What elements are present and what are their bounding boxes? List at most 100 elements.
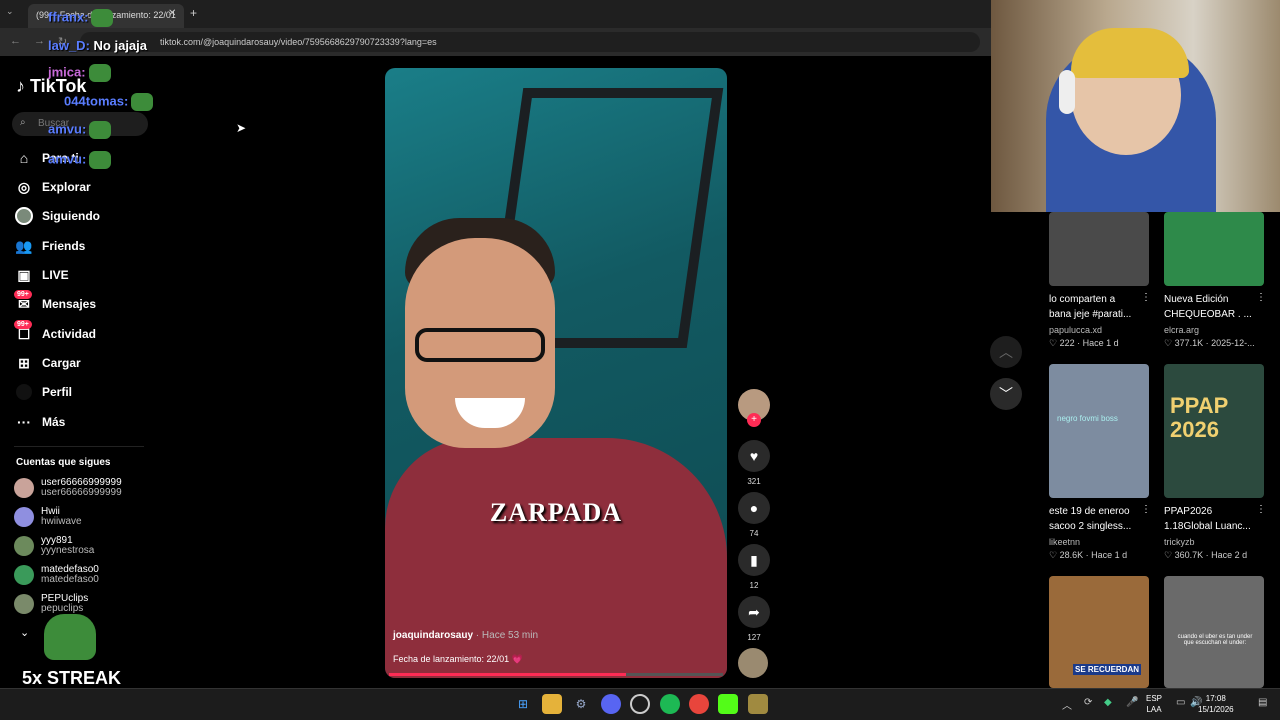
card-title-2: CHEQUEOBAR . ... bbox=[1164, 309, 1252, 320]
notification-icon[interactable]: ▤ bbox=[1258, 697, 1267, 708]
following-account[interactable]: Hwii hwiiwave bbox=[14, 505, 154, 529]
following-avatar-icon bbox=[14, 206, 34, 226]
author-avatar-button[interactable]: + bbox=[738, 389, 770, 427]
nav-explorar[interactable]: ◎ Explorar bbox=[14, 175, 154, 199]
video-thumbnail: PPAP 2026 bbox=[1164, 364, 1264, 498]
share-button[interactable]: ➦ 127 bbox=[738, 596, 770, 642]
video-author[interactable]: joaquindarosauy · Hace 53 min bbox=[393, 630, 538, 641]
system-clock[interactable]: 17:08 15/1/2026 bbox=[1198, 693, 1234, 715]
nav-siguiendo[interactable]: Siguiendo bbox=[14, 204, 154, 228]
nav-mas[interactable]: ··· Más bbox=[14, 410, 154, 434]
following-account[interactable]: user66666999999 user66666999999 bbox=[14, 476, 154, 500]
tray-sync-icon[interactable]: ⟳ bbox=[1084, 697, 1092, 708]
card-author: papulucca.xd bbox=[1049, 325, 1103, 335]
bookmark-icon: ▮ bbox=[738, 544, 770, 576]
nav-live[interactable]: ▣ LIVE bbox=[14, 263, 154, 287]
video-card[interactable]: lo comparten a bana jeje #parati... papu… bbox=[1049, 212, 1151, 349]
save-button[interactable]: ▮ 12 bbox=[738, 544, 770, 590]
video-progress-fill bbox=[389, 673, 627, 676]
video-thumbnail bbox=[1049, 212, 1149, 286]
following-account[interactable]: matedefaso0 matedefaso0 bbox=[14, 563, 154, 587]
video-thumbnail: cuando el uber es tan under que escuchan… bbox=[1164, 576, 1264, 688]
avatar bbox=[14, 478, 34, 498]
card-more-icon[interactable]: ⋮ bbox=[1256, 504, 1266, 515]
following-account[interactable]: PEPUclips pepuclips bbox=[14, 592, 154, 616]
thumbnail-text: cuando el uber es tan under que escuchan… bbox=[1177, 634, 1253, 646]
pepe-emote-icon bbox=[91, 9, 114, 27]
tab-list-icon[interactable]: ⌄ bbox=[6, 6, 14, 17]
card-more-icon[interactable]: ⋮ bbox=[1256, 292, 1266, 303]
video-card[interactable]: SE RECUERDAN bbox=[1049, 576, 1151, 688]
previous-video-button[interactable]: ︿ bbox=[990, 336, 1022, 368]
account-handle: hwiiwave bbox=[41, 516, 82, 527]
back-icon[interactable]: ← bbox=[10, 35, 21, 47]
video-thumbnail: SE RECUERDAN bbox=[1049, 576, 1149, 688]
sound-disc-button[interactable] bbox=[738, 648, 770, 678]
video-thumbnail bbox=[1164, 212, 1264, 286]
pepe-emote-icon bbox=[88, 64, 111, 82]
nav-perfil[interactable]: Perfil bbox=[14, 380, 154, 404]
tab-close-icon[interactable]: ✕ bbox=[168, 8, 176, 19]
new-tab-icon[interactable]: + bbox=[190, 6, 197, 20]
network-icon[interactable]: ▭ bbox=[1176, 697, 1185, 708]
more-icon: ··· bbox=[17, 414, 31, 430]
friends-icon: 👥 bbox=[15, 237, 33, 254]
share-icon: ➦ bbox=[738, 596, 770, 628]
obs-icon[interactable] bbox=[630, 694, 650, 714]
avatar bbox=[14, 507, 34, 527]
chat-line: jmica: bbox=[48, 64, 111, 82]
like-count: 321 bbox=[747, 477, 761, 486]
app-icon[interactable] bbox=[748, 694, 768, 714]
spotify-icon[interactable] bbox=[660, 694, 680, 714]
discord-icon[interactable] bbox=[601, 694, 621, 714]
microphone-icon[interactable]: 🎤 bbox=[1126, 697, 1138, 708]
windows-start-icon[interactable]: ⊞ bbox=[513, 694, 533, 714]
video-card[interactable]: PPAP 2026 PPAP2026 1.18Global Luanc... t… bbox=[1164, 364, 1266, 561]
tray-chevron-icon[interactable]: ︿ bbox=[1062, 697, 1072, 712]
following-account[interactable]: yyy891 yyynestrosa bbox=[14, 534, 154, 558]
following-header: Cuentas que sigues bbox=[16, 457, 111, 468]
card-title: lo comparten a bbox=[1049, 294, 1116, 305]
chrome-icon[interactable] bbox=[689, 694, 709, 714]
nav-friends[interactable]: 👥 Friends bbox=[14, 234, 154, 258]
card-title-2: bana jeje #parati... bbox=[1049, 309, 1132, 320]
url-field[interactable]: tiktok.com/@joaquindarosauy/video/759566… bbox=[80, 32, 980, 52]
video-player[interactable]: ZARPADA joaquindarosauy · Hace 53 min Fe… bbox=[385, 68, 727, 678]
video-description: Fecha de lanzamiento: 22/01 💗 bbox=[393, 654, 523, 664]
message-badge: 99+ bbox=[14, 290, 32, 299]
video-person-shirt bbox=[385, 438, 727, 678]
video-caption-overlay: ZARPADA bbox=[489, 498, 623, 527]
comment-count: 74 bbox=[749, 529, 759, 538]
account-handle: matedefaso0 bbox=[41, 574, 99, 585]
tray-shield-icon[interactable]: ◆ bbox=[1104, 697, 1112, 708]
card-author: likeetnn bbox=[1049, 537, 1081, 547]
steam-icon[interactable]: ⚙ bbox=[571, 694, 591, 714]
nav-actividad[interactable]: ☐ 99+ Actividad bbox=[14, 320, 154, 346]
nav-cargar[interactable]: ⊞ Cargar bbox=[14, 351, 154, 375]
video-card[interactable]: negro fovmi boss este 19 de eneroo sacoo… bbox=[1049, 364, 1151, 561]
activity-badge: 99+ bbox=[14, 320, 32, 329]
pepe-streak-icon bbox=[44, 614, 96, 660]
language-indicator[interactable]: ESP LAA bbox=[1146, 693, 1162, 715]
card-title: PPAP2026 bbox=[1164, 506, 1213, 517]
divider bbox=[14, 446, 144, 447]
thumbnail-text: SE RECUERDAN bbox=[1073, 664, 1142, 675]
kick-icon[interactable] bbox=[718, 694, 738, 714]
like-button[interactable]: ♥ 321 bbox=[738, 440, 770, 486]
card-more-icon[interactable]: ⋮ bbox=[1141, 504, 1151, 515]
forward-icon[interactable]: → bbox=[34, 35, 45, 47]
headphone-icon bbox=[1059, 70, 1075, 114]
next-video-button[interactable]: ﹀ bbox=[990, 378, 1022, 410]
file-explorer-icon[interactable] bbox=[542, 694, 562, 714]
live-icon: ▣ bbox=[17, 266, 31, 283]
save-count: 12 bbox=[749, 581, 759, 590]
card-more-icon[interactable]: ⋮ bbox=[1141, 292, 1151, 303]
nav-mensajes[interactable]: ✉ 99+ Mensajes bbox=[14, 290, 154, 316]
comment-button[interactable]: ● 74 bbox=[738, 492, 770, 538]
video-card[interactable]: Nueva Edición CHEQUEOBAR . ... elcra.arg… bbox=[1164, 212, 1266, 349]
expand-chevron-icon[interactable]: ⌄ bbox=[20, 626, 29, 639]
video-card[interactable]: cuando el uber es tan under que escuchan… bbox=[1164, 576, 1266, 688]
account-handle: yyynestrosa bbox=[41, 545, 95, 556]
video-progress-bar[interactable] bbox=[389, 673, 723, 676]
follow-plus-icon[interactable]: + bbox=[747, 413, 761, 427]
